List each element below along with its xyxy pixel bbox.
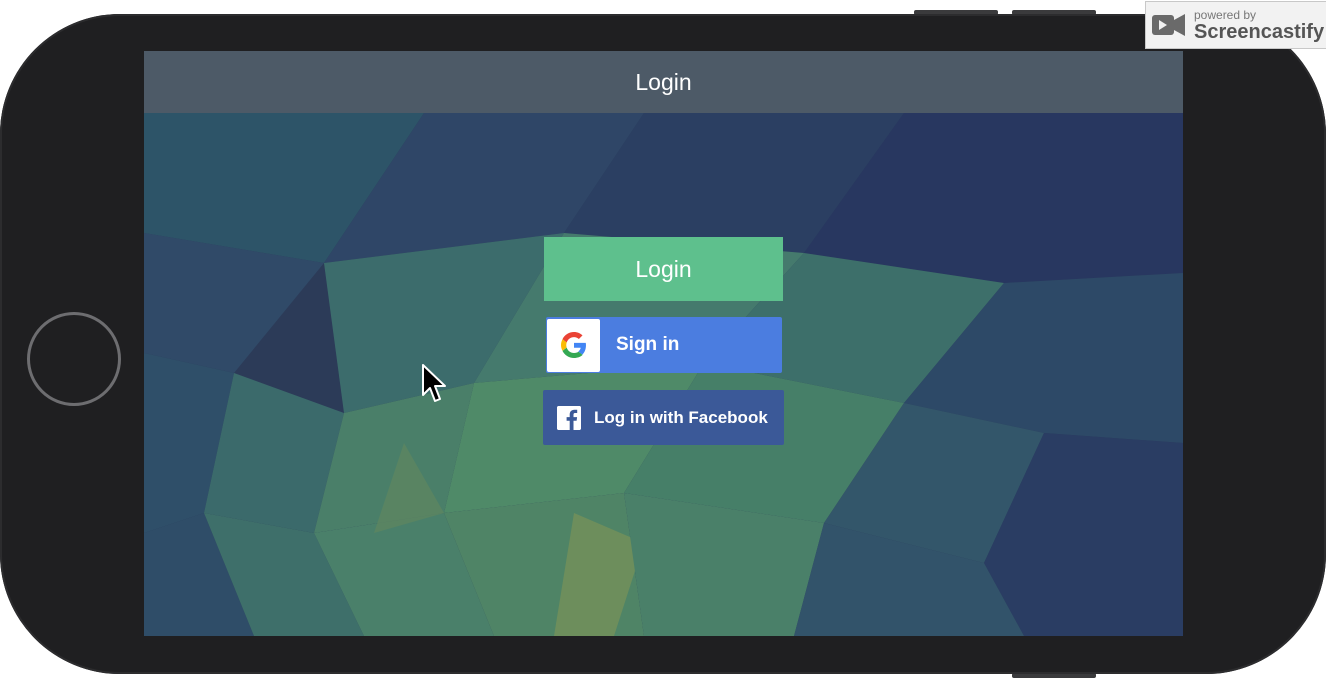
polygon-background <box>144 113 1183 636</box>
home-button[interactable] <box>27 312 121 406</box>
google-g-icon <box>547 318 600 372</box>
facebook-login-label: Log in with Facebook <box>594 407 768 427</box>
nav-bar: Login <box>144 51 1183 113</box>
facebook-f-icon <box>557 405 581 430</box>
watermark-brand: Screencastify <box>1194 20 1325 43</box>
screencastify-logo-icon <box>1152 14 1185 36</box>
login-button[interactable]: Login <box>544 237 783 301</box>
watermark-powered-by: powered by <box>1194 7 1257 22</box>
google-sign-in-label: Sign in <box>616 334 680 355</box>
mouse-pointer-icon <box>422 364 446 402</box>
screencastify-watermark: powered by Screencastify <box>1145 1 1326 49</box>
facebook-login-button[interactable]: Log in with Facebook <box>543 390 784 445</box>
app-screen: Login Login Sign in Log in with Facebook <box>144 51 1183 636</box>
page-title: Login <box>635 68 692 95</box>
google-sign-in-button[interactable]: Sign in <box>546 317 782 373</box>
